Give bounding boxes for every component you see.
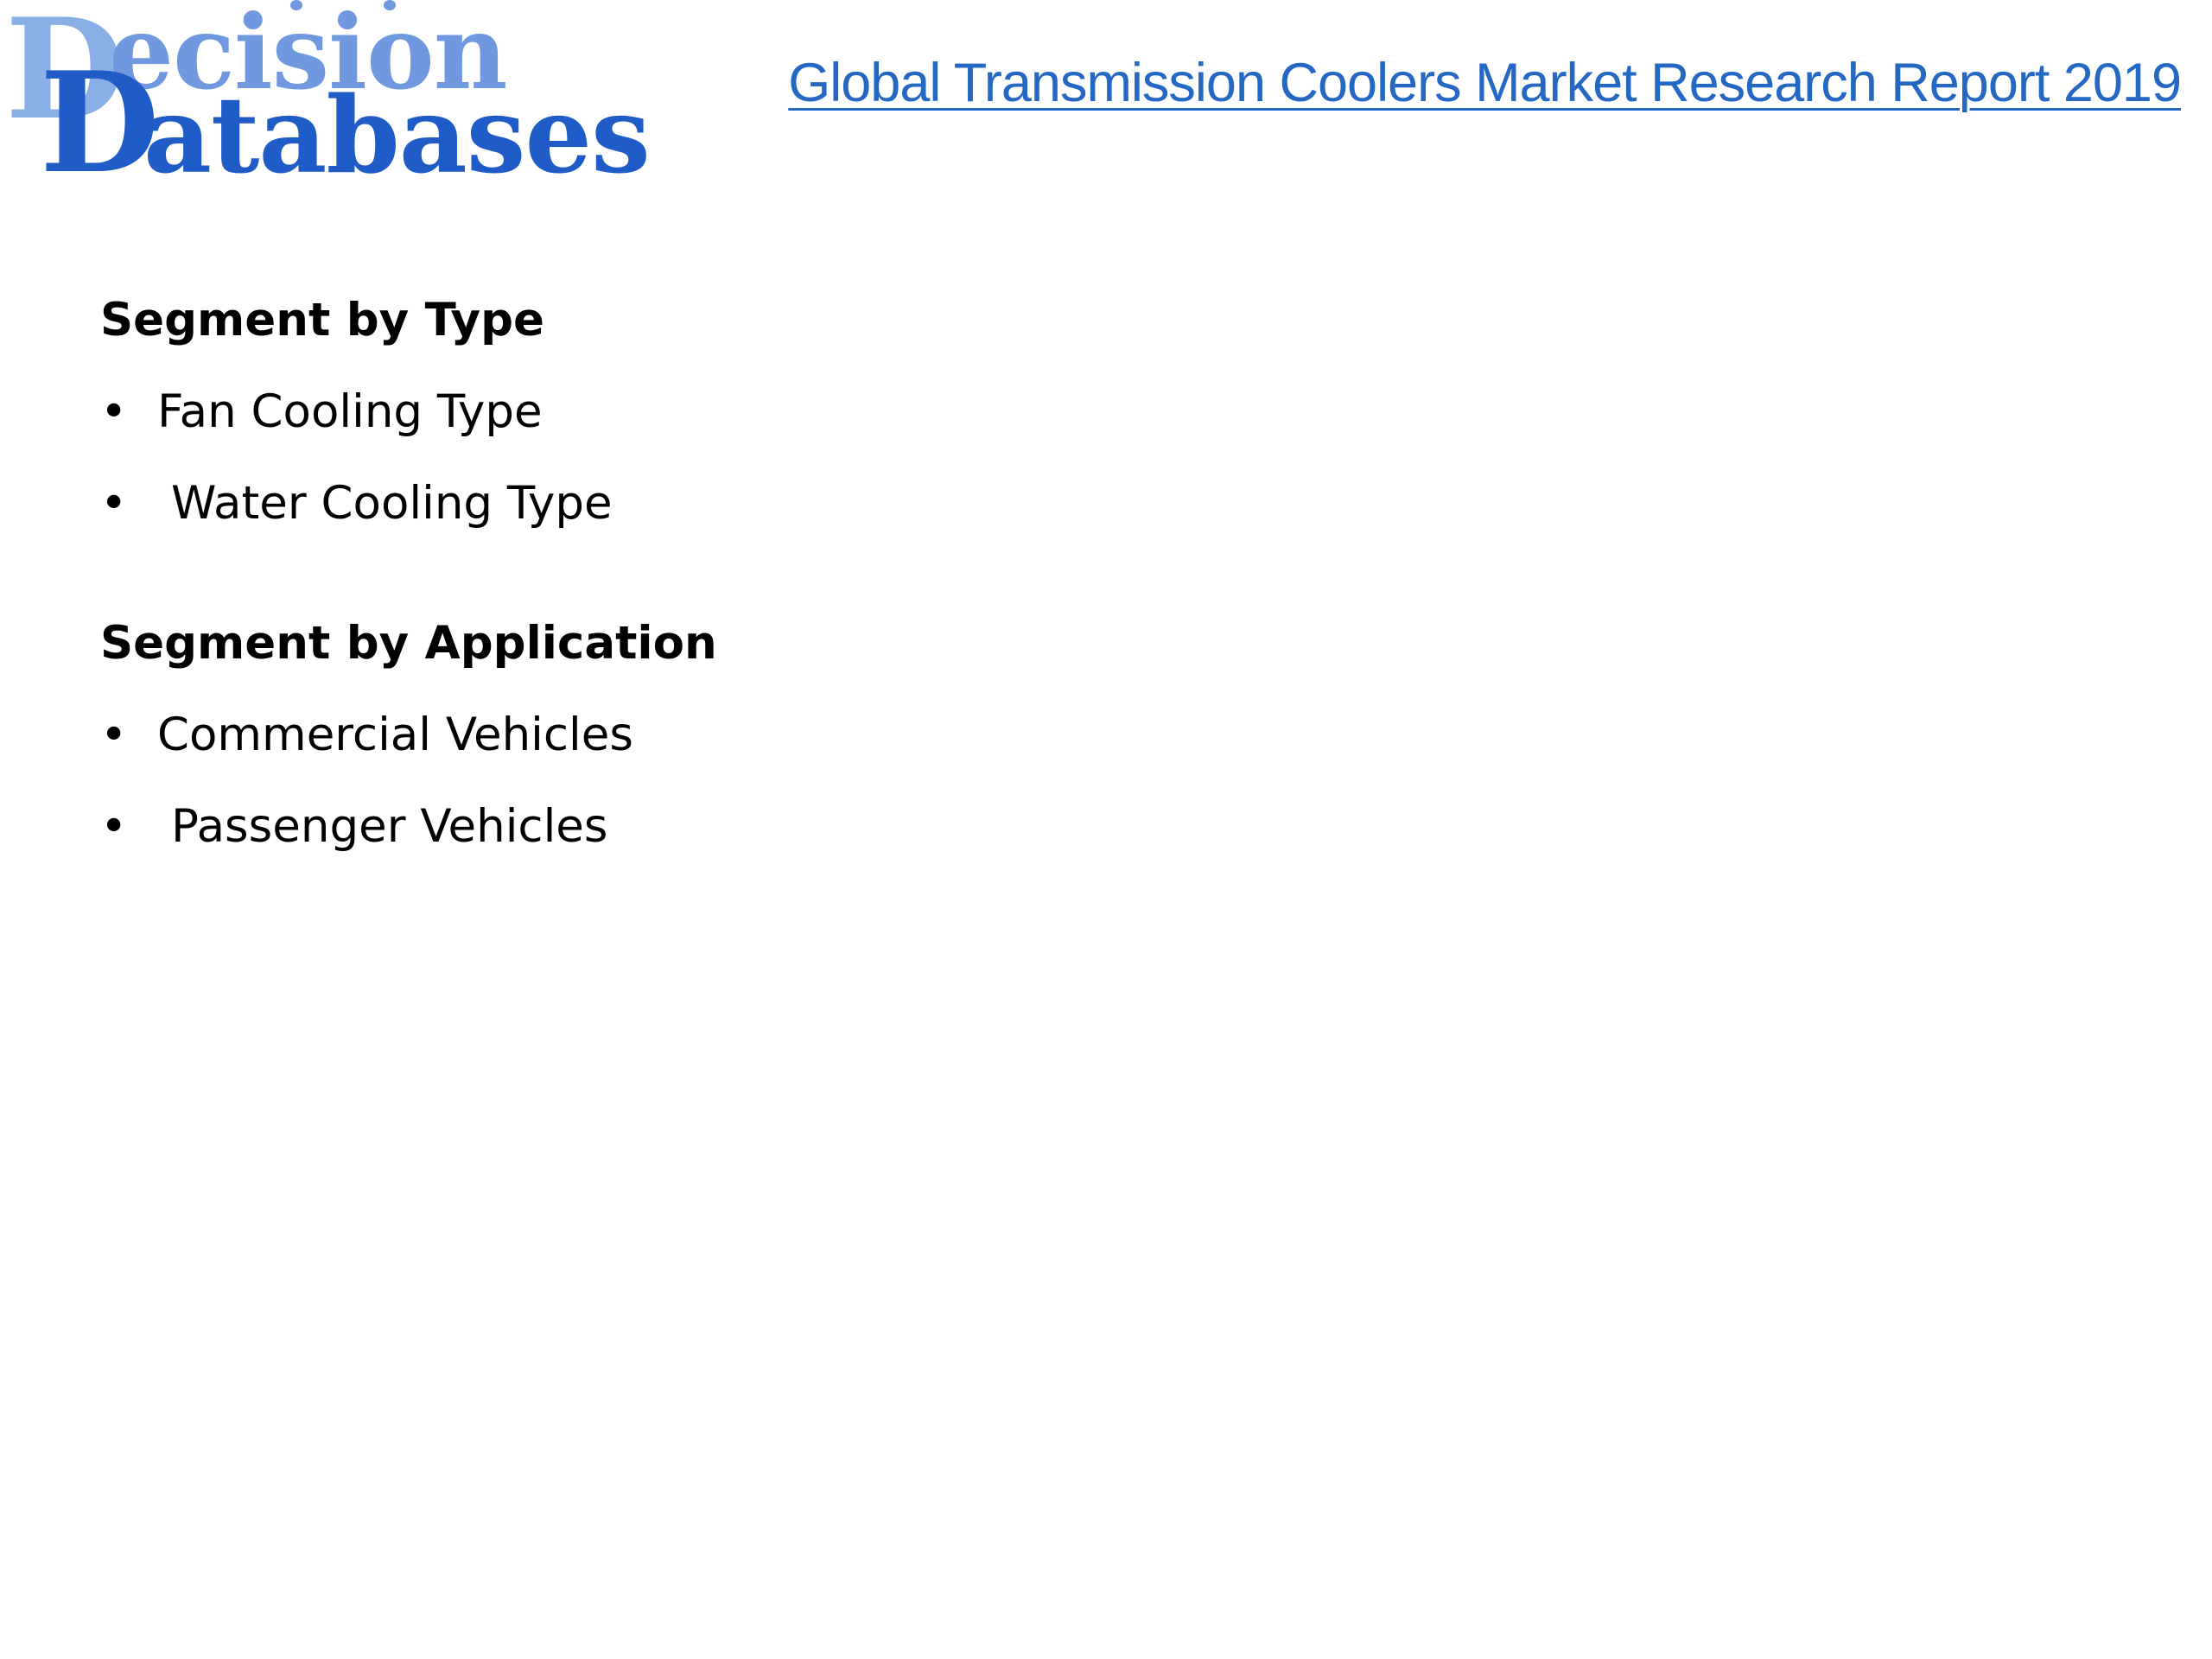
list-item-label: Commercial Vehicles — [157, 709, 633, 761]
bullet-icon: • — [100, 800, 128, 853]
list-item: • Commercial Vehicles — [100, 704, 964, 766]
bullet-icon: • — [100, 709, 128, 761]
bullet-list: • Commercial Vehicles • Passenger Vehicl… — [100, 704, 964, 858]
section-heading: Segment by Type — [100, 294, 544, 346]
list-item-label: Water Cooling Type — [171, 477, 613, 530]
section-heading: Segment by Application — [100, 617, 717, 670]
decision-databases-logo: D ecision D atabases — [5, 0, 662, 197]
bullet-list: • Fan Cooling Type • Water Cooling Type — [100, 381, 964, 535]
segment-by-type-section: Segment by Type • Fan Cooling Type • Wat… — [100, 289, 964, 535]
logo-initial-dark: D — [40, 41, 160, 204]
list-item: • Fan Cooling Type — [100, 381, 964, 443]
list-item-label: Fan Cooling Type — [157, 385, 543, 438]
bullet-icon: • — [100, 477, 128, 530]
segment-by-application-section: Segment by Application • Commercial Vehi… — [100, 613, 964, 858]
list-item: • Passenger Vehicles — [100, 796, 964, 858]
report-title-link[interactable]: Global Transmission Coolers Market Resea… — [788, 52, 2182, 114]
list-item-label: Passenger Vehicles — [171, 800, 608, 853]
list-item: • Water Cooling Type — [100, 473, 964, 535]
logo-word-databases: atabases — [143, 73, 651, 197]
segment-content: Segment by Type • Fan Cooling Type • Wat… — [100, 289, 964, 887]
bullet-icon: • — [100, 385, 128, 438]
